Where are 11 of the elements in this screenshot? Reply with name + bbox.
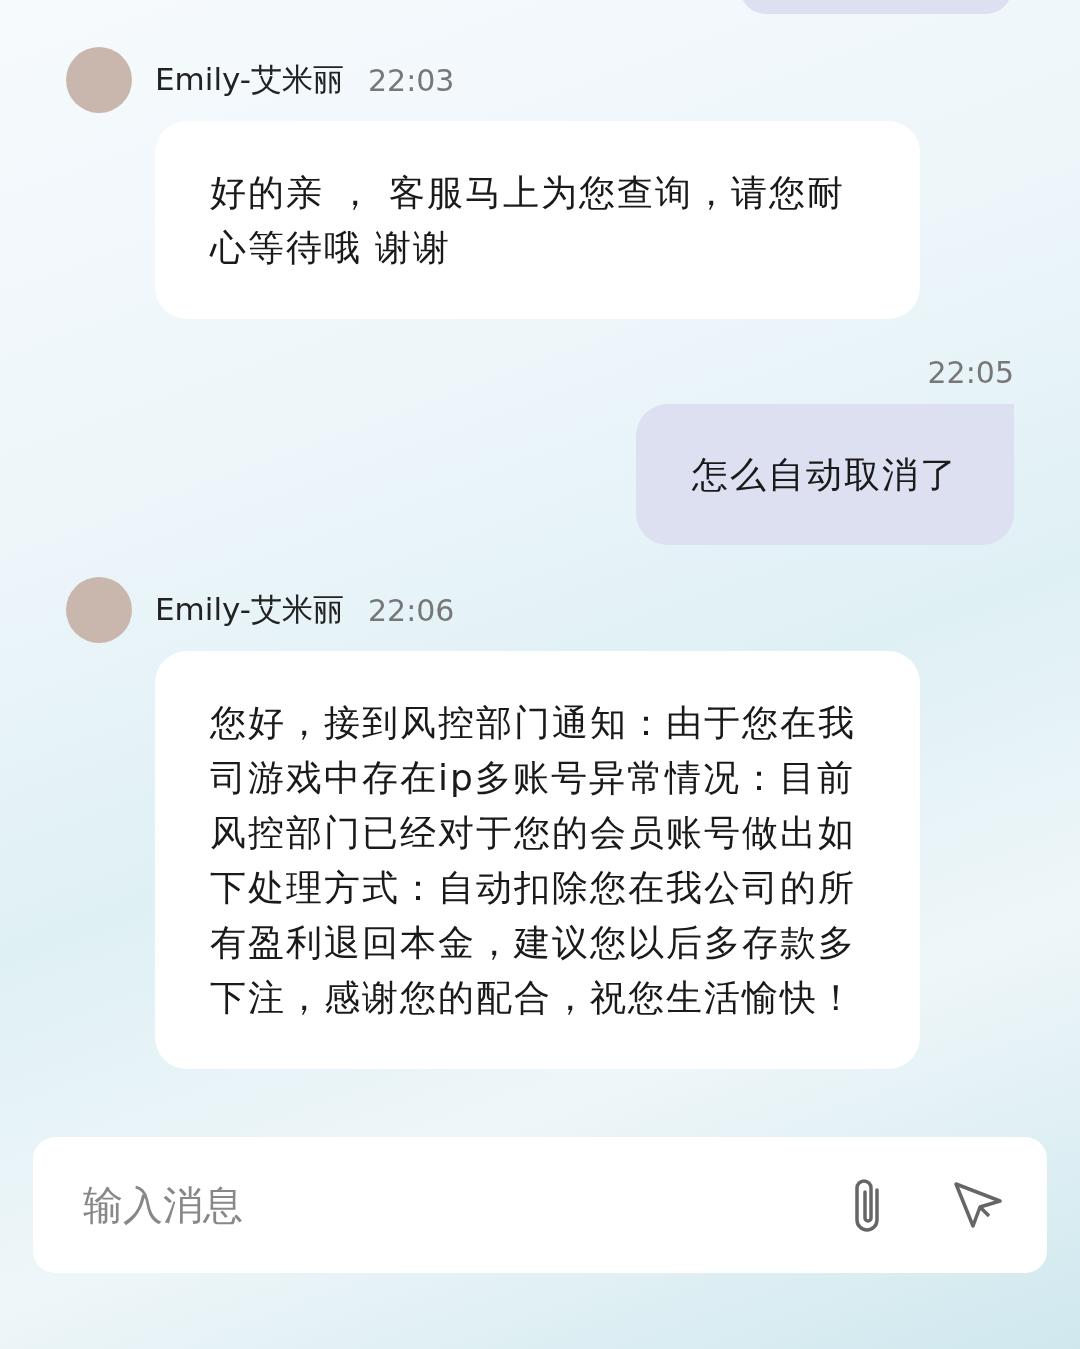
sender-name: Emily-艾米丽 [155, 60, 344, 99]
send-icon[interactable] [953, 1181, 1003, 1229]
message-time: 22:03 [368, 62, 455, 98]
message-input[interactable]: 输入消息 [81, 1181, 847, 1229]
message-bubble: 好的亲 ， 客服马上为您查询，请您耐心等待哦 谢谢 [155, 121, 920, 319]
message-bubble: 您好，接到风控部门通知：由于您在我司游戏中存在ip多账号异常情况：目前风控部门已经对于您的会员账号做出如下处理方式：自动扣除您在我公司的所有盈利退回本金，建议您以后多存款多下注，感谢您的配合，祝您生活愉快！ [155, 651, 920, 1069]
sender-name: Emily-艾米丽 [155, 590, 344, 629]
message-time: 22:05 [927, 355, 1014, 390]
message-composer[interactable]: 输入消息 [33, 1137, 1047, 1273]
message-time: 22:06 [368, 592, 455, 628]
message-bubble: 怎么自动取消了 [636, 404, 1014, 545]
